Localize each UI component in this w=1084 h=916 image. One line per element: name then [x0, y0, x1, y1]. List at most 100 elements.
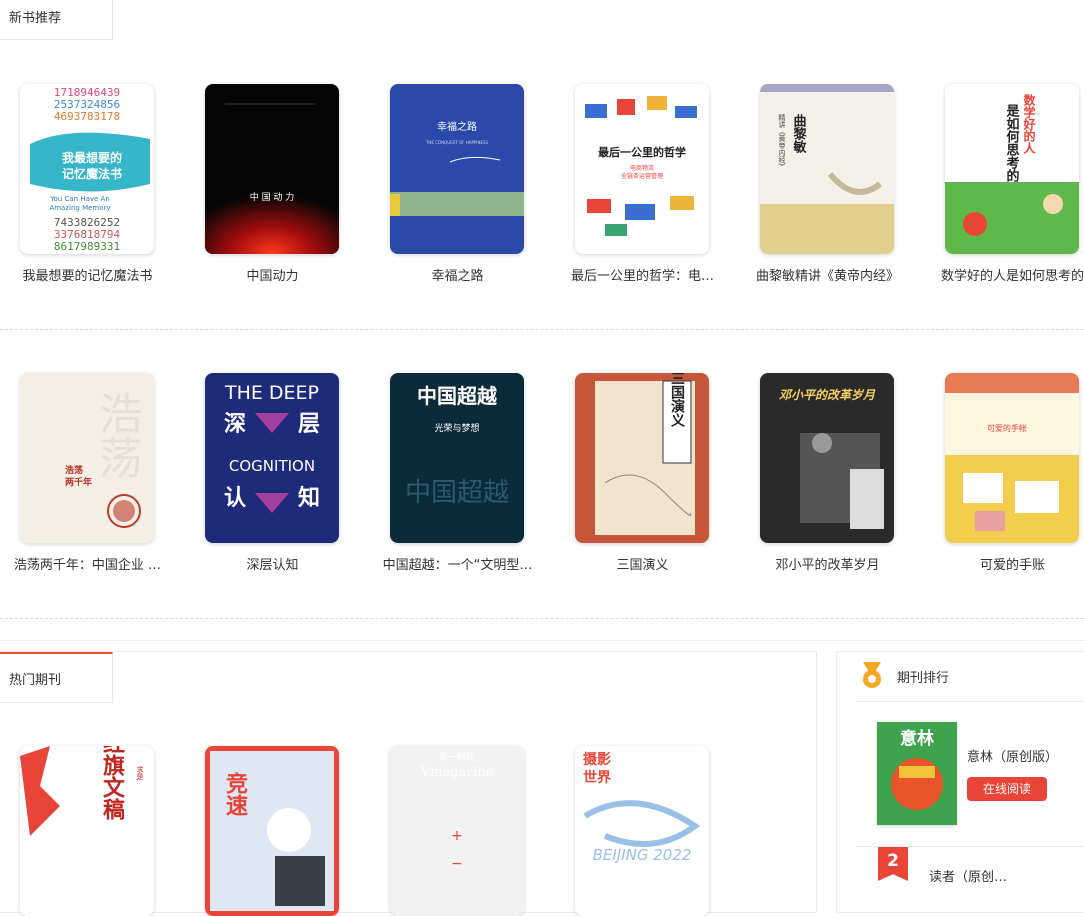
svg-text:数学好的人: 数学好的人 — [1022, 93, 1036, 154]
svg-text:曲黎敏: 曲黎敏 — [791, 113, 808, 154]
cover-art: 最后一公里的哲学 电商物流 全链条运营管理 — [585, 96, 697, 236]
svg-text:第一财经: 第一财经 — [439, 751, 475, 763]
book-cover[interactable]: 三国演义 — [575, 373, 709, 543]
tab-hot-magazines-label: 热门期刊 — [9, 673, 62, 688]
tab-hot-magazines[interactable]: 热门期刊 — [0, 652, 113, 703]
ranking-divider — [856, 701, 1084, 702]
row-divider — [0, 329, 1084, 330]
svg-text:知: 知 — [298, 485, 320, 511]
tab-new-books[interactable]: 新书推荐 — [0, 0, 113, 40]
book-title[interactable]: 可爱的手账 — [925, 554, 1084, 573]
book-title[interactable]: 邓小平的改革岁月 — [740, 554, 915, 573]
book-cover[interactable]: 中 国 动 力 — [205, 84, 339, 254]
svg-text:幸福之路: 幸福之路 — [437, 120, 477, 133]
cover-art: 曲黎敏 精讲《黄帝内经》 — [760, 84, 894, 254]
svg-text:4693783178: 4693783178 — [54, 110, 120, 123]
svg-text:−: − — [451, 856, 463, 872]
svg-text:光荣与梦想: 光荣与梦想 — [434, 422, 479, 434]
cover-art: 摄影 世界 BEIJING 2022 — [583, 751, 701, 864]
ranking-title: 期刊排行 — [897, 671, 950, 686]
cover-art: 中国超越 光荣与梦想 中国超越 — [405, 384, 509, 508]
svg-text:全链条运营管理: 全链条运营管理 — [621, 172, 663, 180]
read-online-button[interactable]: 在线阅读 — [967, 777, 1047, 801]
svg-text:邓小平的改革岁月: 邓小平的改革岁月 — [779, 388, 876, 402]
book-cover[interactable]: 1718946439 2537324856 4693783178 我最想要的 记… — [20, 84, 154, 254]
magazine-cover[interactable]: 红旗文稿 求是 — [20, 746, 154, 916]
book-title[interactable]: 浩荡两千年：中国企业 … — [0, 554, 175, 573]
svg-text:记忆魔法书: 记忆魔法书 — [62, 166, 122, 181]
cover-art: 浩荡 浩荡 两千年 — [65, 391, 142, 528]
svg-text:中国超越: 中国超越 — [417, 384, 498, 408]
svg-text:浩荡: 浩荡 — [91, 391, 142, 479]
cover-art: 竞速 — [210, 751, 334, 911]
svg-text:竞速: 竞速 — [222, 771, 248, 816]
svg-text:Vmagazine: Vmagazine — [420, 765, 494, 780]
svg-text:THE CONQUEST OF HAPPINESS: THE CONQUEST OF HAPPINESS — [425, 140, 489, 145]
book-title[interactable]: 幸福之路 — [370, 265, 545, 284]
cover-art: 红旗文稿 求是 — [20, 746, 144, 836]
svg-text:You Can Have An: You Can Have An — [49, 195, 110, 203]
book-cover[interactable]: 可爱的手帐 — [945, 373, 1079, 543]
svg-text:THE DEEP: THE DEEP — [224, 382, 319, 404]
medal-icon — [863, 662, 881, 688]
svg-text:摄影: 摄影 — [583, 751, 611, 768]
svg-text:深: 深 — [224, 412, 246, 437]
book-title[interactable]: 中国动力 — [185, 265, 360, 284]
cover-art: 1718946439 2537324856 4693783178 我最想要的 记… — [30, 86, 150, 253]
cover-art: THE DEEP 深 层 COGNITION 认 知 — [224, 382, 320, 513]
svg-text:两千年: 两千年 — [65, 476, 92, 488]
book-title[interactable]: 最后一公里的哲学：电… — [555, 265, 730, 284]
svg-text:层: 层 — [298, 412, 320, 437]
svg-text:可爱的手帐: 可爱的手帐 — [987, 423, 1027, 433]
magazine-cover[interactable]: 摄影 世界 BEIJING 2022 — [575, 746, 709, 916]
svg-text:电商物流: 电商物流 — [630, 164, 654, 172]
cover-art: 中 国 动 力 — [205, 103, 339, 254]
cover-art: 三国演义 — [595, 373, 695, 535]
book-cover[interactable]: 邓小平的改革岁月 — [760, 373, 894, 543]
book-title[interactable]: 数学好的人是如何思考的 — [925, 265, 1084, 284]
svg-text:认: 认 — [224, 486, 246, 511]
cover-art: 幸福之路 THE CONQUEST OF HAPPINESS — [390, 120, 524, 216]
book-title[interactable]: 深层认知 — [185, 554, 360, 573]
svg-text:+: + — [451, 828, 463, 844]
svg-text:COGNITION: COGNITION — [229, 457, 315, 475]
svg-text:8617989331: 8617989331 — [54, 240, 120, 253]
cover-art: 邓小平的改革岁月 — [779, 388, 884, 529]
svg-text:三国演义: 三国演义 — [669, 373, 685, 427]
svg-text:世界: 世界 — [583, 769, 612, 786]
ranking-second-name[interactable]: 读者（原创… — [929, 866, 1007, 885]
svg-text:是如何思考的: 是如何思考的 — [1004, 104, 1021, 183]
book-cover[interactable]: 浩荡 浩荡 两千年 — [20, 373, 154, 543]
svg-text:我最想要的: 我最想要的 — [62, 150, 122, 165]
cover-art: 意林 — [877, 722, 957, 825]
svg-text:BEIJING 2022: BEIJING 2022 — [593, 846, 692, 864]
ranking-first-name[interactable]: 意林（原创版） — [967, 746, 1058, 765]
svg-text:意林: 意林 — [900, 728, 934, 749]
svg-text:红旗文稿: 红旗文稿 — [99, 746, 125, 821]
book-title[interactable]: 我最想要的记忆魔法书 — [0, 265, 175, 284]
section-divider — [0, 640, 1084, 641]
book-cover[interactable]: 最后一公里的哲学 电商物流 全链条运营管理 — [575, 84, 709, 254]
cover-art: 是如何思考的 数学好的人 — [945, 93, 1079, 254]
book-cover[interactable]: THE DEEP 深 层 COGNITION 认 知 — [205, 373, 339, 543]
book-cover[interactable]: 中国超越 光荣与梦想 中国超越 — [390, 373, 524, 543]
svg-text:求是: 求是 — [136, 765, 144, 781]
tab-new-books-label: 新书推荐 — [9, 11, 62, 26]
ranking-cover[interactable]: 意林 — [877, 722, 957, 825]
book-title[interactable]: 中国超越：一个“文明型… — [370, 554, 545, 573]
row-divider — [0, 618, 1084, 619]
svg-text:最后一公里的哲学: 最后一公里的哲学 — [598, 145, 686, 159]
ranking-divider — [856, 846, 1084, 847]
book-title[interactable]: 三国演义 — [555, 554, 730, 573]
svg-text:浩荡: 浩荡 — [65, 464, 83, 476]
svg-text:精讲《黄帝内经》: 精讲《黄帝内经》 — [778, 113, 786, 170]
book-title[interactable]: 曲黎敏精讲《黄帝内经》 — [740, 265, 915, 284]
ranking-header: 期刊排行 — [857, 660, 1084, 700]
book-cover[interactable]: 是如何思考的 数学好的人 — [945, 84, 1079, 254]
book-cover[interactable]: 幸福之路 THE CONQUEST OF HAPPINESS — [390, 84, 524, 254]
book-cover[interactable]: 曲黎敏 精讲《黄帝内经》 — [760, 84, 894, 254]
cover-art: 第一财经 Vmagazine + − — [420, 751, 494, 872]
magazine-cover[interactable]: 竞速 — [205, 746, 339, 916]
magazine-cover[interactable]: 第一财经 Vmagazine + − — [390, 746, 524, 916]
svg-text:中 国 动 力: 中 国 动 力 — [250, 191, 295, 203]
